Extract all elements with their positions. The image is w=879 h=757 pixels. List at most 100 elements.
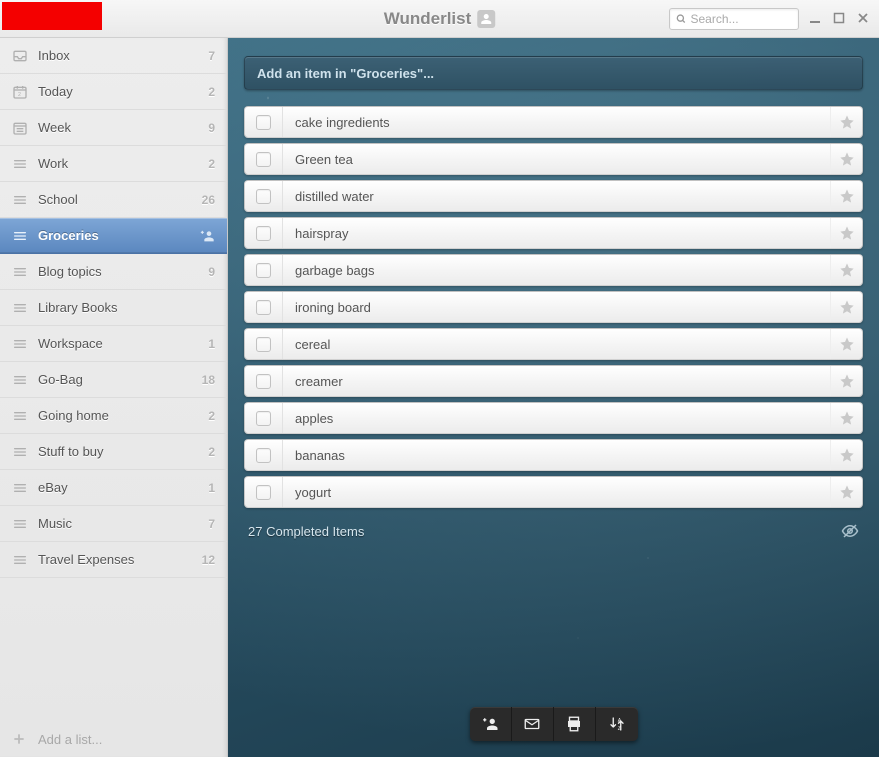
sidebar: Inbox 7 2Today2 Week 9 Work2School26 Groceries… (0, 38, 228, 757)
sidebar-item-work[interactable]: Work2 (0, 146, 227, 182)
list-icon (12, 192, 28, 208)
sidebar-item-label: Week (38, 120, 198, 135)
close-button[interactable] (857, 12, 871, 26)
task-row[interactable]: cake ingredients (244, 106, 863, 138)
sidebar-item-label: Groceries (38, 228, 189, 243)
sidebar-item-school[interactable]: School26 (0, 182, 227, 218)
minimize-button[interactable] (809, 12, 823, 26)
task-row[interactable]: yogurt (244, 476, 863, 508)
sidebar-item-go-bag[interactable]: Go-Bag18 (0, 362, 227, 398)
star-button[interactable] (830, 107, 862, 137)
star-button[interactable] (830, 255, 862, 285)
star-button[interactable] (830, 440, 862, 470)
task-title: cereal (283, 337, 830, 352)
email-button[interactable] (512, 707, 554, 741)
task-row[interactable]: garbage bags (244, 254, 863, 286)
sidebar-item-count: 1 (208, 337, 215, 351)
star-button[interactable] (830, 292, 862, 322)
task-checkbox[interactable] (245, 107, 283, 137)
task-checkbox[interactable] (245, 218, 283, 248)
star-button[interactable] (830, 218, 862, 248)
titlebar: Wunderlist (0, 0, 879, 38)
list-icon (12, 408, 28, 424)
task-row[interactable]: apples (244, 402, 863, 434)
sidebar-item-groceries[interactable]: Groceries (0, 218, 227, 254)
sidebar-item-ebay[interactable]: eBay1 (0, 470, 227, 506)
sidebar-item-travel-expenses[interactable]: Travel Expenses12 (0, 542, 227, 578)
task-checkbox[interactable] (245, 366, 283, 396)
star-button[interactable] (830, 366, 862, 396)
task-checkbox[interactable] (245, 403, 283, 433)
calendar-week-icon (12, 120, 28, 136)
task-title: garbage bags (283, 263, 830, 278)
sort-button[interactable]: A Z (596, 707, 638, 741)
star-button[interactable] (830, 329, 862, 359)
app-title-text: Wunderlist (384, 9, 472, 29)
list-icon (12, 372, 28, 388)
redacted-region (2, 2, 102, 30)
list-icon (12, 228, 28, 244)
task-row[interactable]: hairspray (244, 217, 863, 249)
print-button[interactable] (554, 707, 596, 741)
search-input[interactable] (691, 12, 793, 26)
sidebar-item-today[interactable]: 2Today2 (0, 74, 227, 110)
sidebar-item-inbox[interactable]: Inbox 7 (0, 38, 227, 74)
list-icon (12, 444, 28, 460)
sidebar-item-music[interactable]: Music7 (0, 506, 227, 542)
star-button[interactable] (830, 181, 862, 211)
sidebar-item-week[interactable]: Week 9 (0, 110, 227, 146)
sidebar-item-count: 2 (208, 445, 215, 459)
share-button[interactable] (470, 707, 512, 741)
inbox-icon (12, 48, 28, 64)
task-title: ironing board (283, 300, 830, 315)
sidebar-item-count: 7 (208, 49, 215, 63)
sidebar-item-count: 12 (202, 553, 215, 567)
sidebar-item-library-books[interactable]: Library Books (0, 290, 227, 326)
completed-items-row[interactable]: 27 Completed Items (244, 522, 863, 540)
app-title: Wunderlist (384, 9, 496, 29)
task-checkbox[interactable] (245, 329, 283, 359)
star-button[interactable] (830, 403, 862, 433)
list-icon (12, 552, 28, 568)
task-title: apples (283, 411, 830, 426)
search-field[interactable] (669, 8, 799, 30)
star-button[interactable] (830, 144, 862, 174)
task-row[interactable]: Green tea (244, 143, 863, 175)
sidebar-item-stuff-to-buy[interactable]: Stuff to buy2 (0, 434, 227, 470)
task-row[interactable]: ironing board (244, 291, 863, 323)
sidebar-item-label: eBay (38, 480, 198, 495)
task-checkbox[interactable] (245, 255, 283, 285)
calendar-day-icon: 2 (12, 84, 28, 100)
sidebar-item-workspace[interactable]: Workspace1 (0, 326, 227, 362)
add-item-input[interactable]: Add an item in "Groceries"... (244, 56, 863, 90)
task-list: cake ingredients Green tea distilled water… (244, 106, 863, 508)
list-icon (12, 300, 28, 316)
task-checkbox[interactable] (245, 440, 283, 470)
sidebar-item-label: Inbox (38, 48, 198, 63)
svg-text:2: 2 (18, 92, 21, 98)
task-checkbox[interactable] (245, 144, 283, 174)
maximize-button[interactable] (833, 12, 847, 26)
sync-icon[interactable] (477, 10, 495, 28)
task-title: Green tea (283, 152, 830, 167)
visibility-toggle-icon[interactable] (841, 522, 859, 540)
add-list-button[interactable]: Add a list... (0, 721, 227, 757)
task-row[interactable]: cereal (244, 328, 863, 360)
task-row[interactable]: distilled water (244, 180, 863, 212)
task-checkbox[interactable] (245, 292, 283, 322)
task-row[interactable]: bananas (244, 439, 863, 471)
task-checkbox[interactable] (245, 477, 283, 507)
task-title: cake ingredients (283, 115, 830, 130)
sidebar-item-going-home[interactable]: Going home2 (0, 398, 227, 434)
sidebar-item-count: 9 (208, 121, 215, 135)
list-icon (12, 480, 28, 496)
sidebar-item-blog-topics[interactable]: Blog topics9 (0, 254, 227, 290)
plus-icon (12, 732, 28, 746)
task-checkbox[interactable] (245, 181, 283, 211)
share-list-icon[interactable] (199, 228, 215, 244)
sidebar-item-label: Library Books (38, 300, 205, 315)
bottom-toolbar: A Z (470, 707, 638, 741)
task-row[interactable]: creamer (244, 365, 863, 397)
star-button[interactable] (830, 477, 862, 507)
search-icon (676, 13, 687, 25)
